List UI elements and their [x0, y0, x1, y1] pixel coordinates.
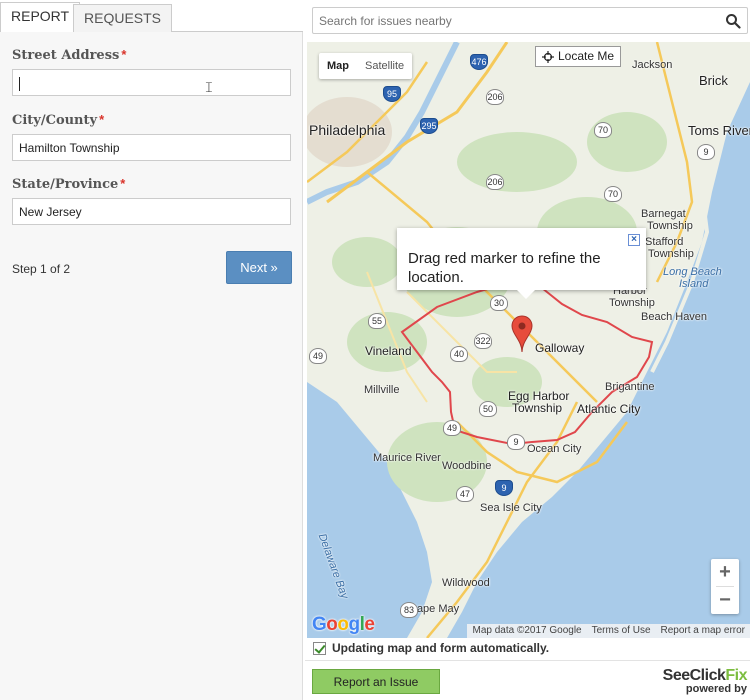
map-type-control: Map Satellite: [319, 53, 413, 79]
tab-requests[interactable]: REQUESTS: [73, 4, 173, 32]
state-province-label: State/Province *: [12, 176, 125, 192]
map-label-island: Island: [679, 278, 709, 290]
map-label-beach-haven: Beach Haven: [641, 311, 708, 323]
brand-see: See: [662, 667, 690, 684]
map-label-philadelphia: Philadelphia: [309, 122, 386, 138]
required-mark: *: [120, 176, 126, 191]
route-shield: 95: [383, 86, 401, 102]
next-button[interactable]: Next »: [226, 251, 292, 284]
route-shield: 476: [470, 54, 488, 70]
map-label-sea-isle-city: Sea Isle City: [480, 502, 542, 514]
route-shield: 50: [479, 401, 497, 417]
text-cursor: [19, 77, 20, 91]
map-label-brigantine: Brigantine: [605, 381, 655, 393]
zoom-control: + −: [711, 559, 739, 614]
street-address-label: Street Address *: [12, 47, 126, 63]
close-icon[interactable]: ×: [628, 234, 640, 246]
map-label-stafford: Stafford: [645, 236, 684, 248]
popup-tail: [517, 290, 535, 299]
route-shield: 55: [368, 313, 386, 329]
route-shield: 70: [594, 122, 612, 138]
brand-fix: Fix: [725, 667, 747, 684]
report-panel: REPORT REQUESTS Street Address * 𝙸 City/C…: [0, 0, 303, 700]
map-panel: Philadelphia Jackson Brick Toms River Ba…: [305, 0, 750, 700]
map-label-wildwood: Wildwood: [442, 577, 490, 589]
report-form: Street Address* 𝙸 City/County* State/Pro…: [0, 32, 302, 700]
map-label-toms-river: Toms River: [688, 123, 750, 138]
terms-of-use-link[interactable]: Terms of Use: [587, 624, 656, 638]
street-address-label-text: Street Address: [12, 48, 120, 63]
map-type-satellite-button[interactable]: Satellite: [357, 53, 412, 79]
zoom-in-button[interactable]: +: [711, 559, 739, 586]
search-icon[interactable]: [725, 13, 741, 29]
step-indicator: Step 1 of 2: [12, 262, 71, 276]
map-data-credit: Map data ©2017 Google: [472, 625, 582, 636]
route-shield: 322: [474, 333, 492, 349]
map-label-barnegat-township: Township: [647, 220, 693, 232]
map-label-jackson: Jackson: [632, 59, 673, 71]
map-marker-icon[interactable]: [511, 315, 533, 353]
route-shield: 295: [420, 118, 438, 134]
report-map-error-link[interactable]: Report a map error: [656, 624, 750, 638]
map-label-vineland: Vineland: [365, 344, 412, 358]
route-shield: 206: [486, 174, 504, 190]
city-county-input[interactable]: [12, 134, 291, 161]
state-province-input[interactable]: [12, 198, 291, 225]
route-shield: 40: [450, 346, 468, 362]
map-label-barnegat: Barnegat: [641, 208, 686, 220]
search-bar: [312, 7, 748, 34]
map-label-millville: Millville: [364, 384, 400, 396]
map-label-egg-harbor-township: Township: [512, 401, 563, 415]
street-address-input[interactable]: [12, 69, 291, 96]
required-mark: *: [121, 47, 127, 62]
route-shield: 206: [486, 89, 504, 105]
route-shield: 70: [604, 186, 622, 202]
map-label-ocean-city: Ocean City: [527, 443, 582, 455]
brand-click: Click: [689, 667, 726, 684]
map-label-brick: Brick: [699, 73, 728, 88]
map-label-atlantic-city: Atlantic City: [577, 402, 641, 416]
zoom-out-button[interactable]: −: [711, 587, 739, 614]
report-issue-button[interactable]: Report an Issue: [312, 669, 440, 694]
route-shield: 9: [697, 144, 715, 160]
route-shield: 9: [495, 480, 513, 496]
route-shield: 49: [443, 420, 461, 436]
locate-me-label: Locate Me: [558, 49, 615, 63]
map-label-galloway: Galloway: [535, 341, 585, 355]
route-shield: 30: [490, 295, 508, 311]
seeclickfix-logo[interactable]: SeeClickFix powered by: [657, 667, 748, 697]
locate-me-button[interactable]: Locate Me: [535, 46, 622, 67]
map-attribution: Map data ©2017 Google Terms of Use Repor…: [467, 624, 750, 638]
route-shield: 47: [456, 486, 474, 502]
popup-text: Drag red marker to refine the location.: [408, 250, 601, 286]
city-county-label-text: City/County: [12, 113, 98, 128]
search-input[interactable]: [313, 8, 718, 33]
route-shield: 49: [309, 348, 327, 364]
state-province-label-text: State/Province: [12, 177, 119, 192]
auto-update-option[interactable]: Updating map and form automatically.: [313, 641, 549, 655]
map-type-map-button[interactable]: Map: [319, 53, 357, 79]
map-label-long-beach: Long Beach: [663, 266, 722, 278]
divider: [305, 660, 750, 661]
route-shield: 9: [507, 434, 525, 450]
required-mark: *: [99, 112, 105, 127]
auto-update-checkbox[interactable]: [313, 641, 326, 655]
map-label-maurice-river: Maurice River: [373, 452, 441, 464]
auto-update-label: Updating map and form automatically.: [332, 641, 550, 655]
crosshair-icon: [542, 51, 554, 63]
map-label-woodbine: Woodbine: [442, 460, 492, 472]
map-canvas[interactable]: Philadelphia Jackson Brick Toms River Ba…: [307, 42, 750, 638]
map-label-stafford-township: Township: [648, 248, 694, 260]
map-label-harbor-township: Township: [609, 297, 655, 309]
google-logo: Google: [312, 614, 375, 635]
ibeam-cursor-icon: 𝙸: [204, 79, 214, 95]
tab-bar: REPORT REQUESTS: [0, 0, 303, 32]
route-shield: 83: [400, 602, 418, 618]
marker-info-popup: Drag red marker to refine the location. …: [397, 228, 646, 299]
city-county-label: City/County *: [12, 112, 104, 128]
powered-by-text: powered by: [685, 683, 747, 695]
tab-report[interactable]: REPORT: [0, 2, 81, 32]
